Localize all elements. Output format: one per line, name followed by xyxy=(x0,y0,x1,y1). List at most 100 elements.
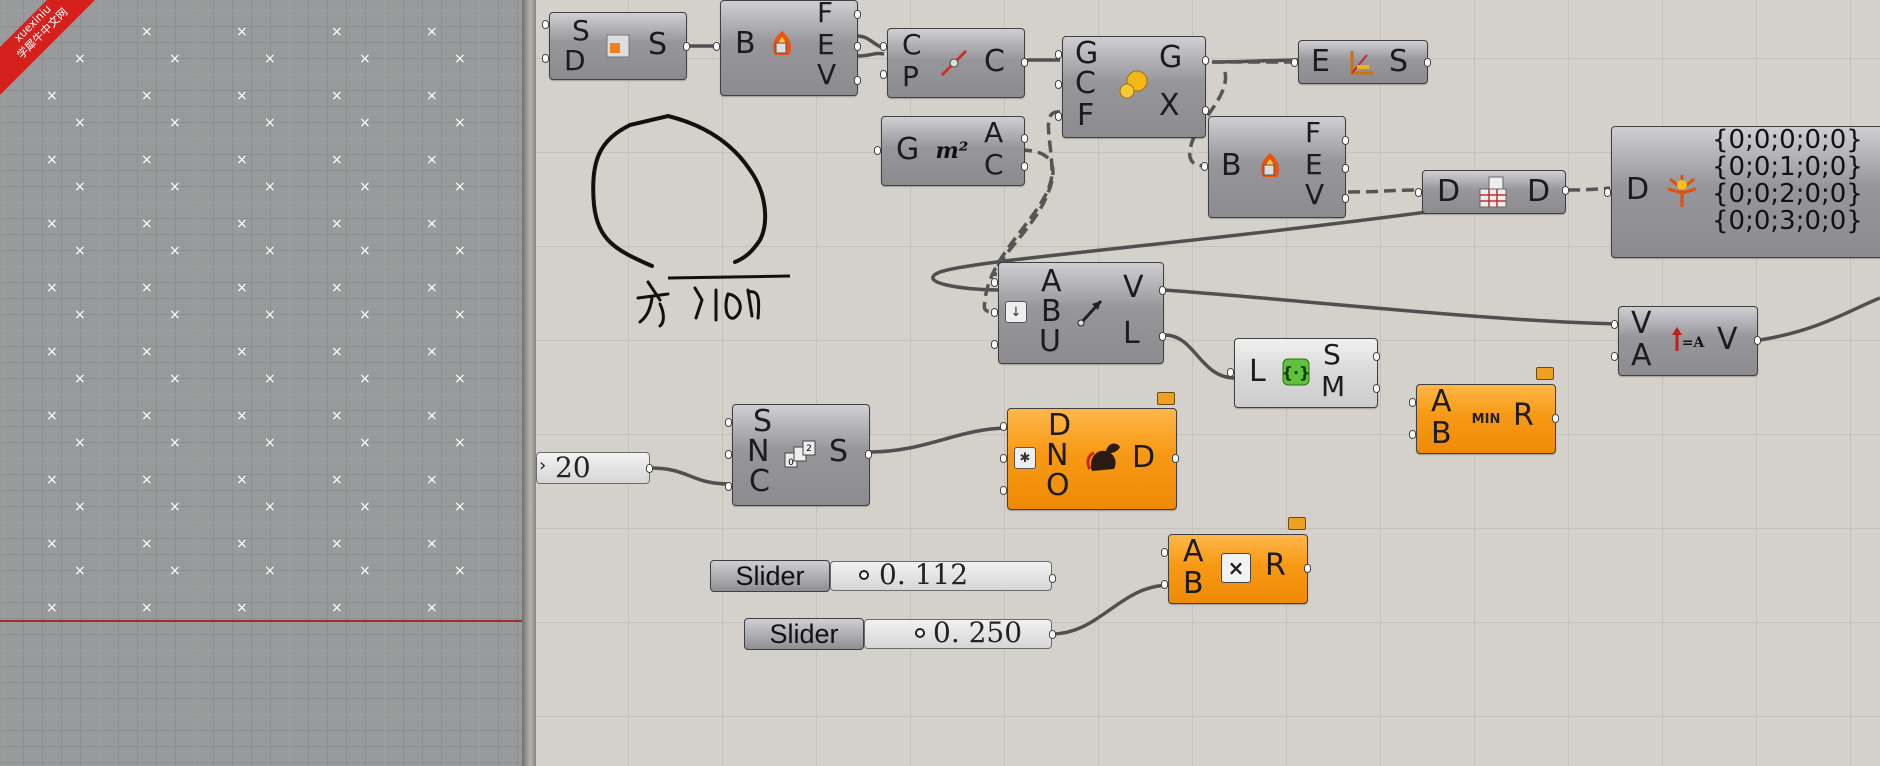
connection-port[interactable] xyxy=(1227,368,1234,377)
connection-port[interactable] xyxy=(1021,162,1028,171)
tree-path: {0;0;3;0;0} xyxy=(1712,206,1863,236)
slider-track[interactable]: 0. 112 xyxy=(830,561,1052,591)
input-d: D xyxy=(1437,174,1461,209)
connection-port[interactable] xyxy=(1304,564,1311,573)
connection-port[interactable] xyxy=(1611,320,1618,329)
connection-port[interactable] xyxy=(1342,194,1349,203)
connection-port[interactable] xyxy=(713,42,720,51)
connection-port[interactable] xyxy=(1055,50,1062,59)
connection-port[interactable] xyxy=(1202,106,1209,115)
input-p: P xyxy=(902,60,919,93)
connection-port[interactable] xyxy=(991,340,998,349)
connection-port[interactable] xyxy=(542,54,549,63)
input-d: D xyxy=(1048,408,1072,443)
input-b: B xyxy=(1221,148,1242,183)
connection-port[interactable] xyxy=(1000,422,1007,431)
output-x: X xyxy=(1159,88,1180,123)
dispatch-component[interactable]: D N O ✱ D xyxy=(1007,408,1177,510)
message-bubble-icon[interactable] xyxy=(1288,517,1306,530)
connection-port[interactable] xyxy=(1754,336,1761,345)
connection-port[interactable] xyxy=(725,418,732,427)
connection-port[interactable] xyxy=(880,70,887,79)
connection-port[interactable] xyxy=(1552,414,1559,423)
connection-port[interactable] xyxy=(1049,630,1056,639)
connection-port[interactable] xyxy=(1161,580,1168,589)
connection-port[interactable] xyxy=(1342,136,1349,145)
connection-port[interactable] xyxy=(1415,188,1422,197)
spheres-component[interactable]: G C F G X xyxy=(1062,36,1206,138)
surface-subdivide-component[interactable]: S D S xyxy=(549,12,687,80)
connection-port[interactable] xyxy=(865,450,872,459)
connection-port[interactable] xyxy=(1291,58,1298,67)
message-bubble-icon[interactable] xyxy=(1536,367,1554,380)
multiplication-component[interactable]: A B × R xyxy=(1168,534,1308,604)
connection-port[interactable] xyxy=(1373,384,1380,393)
connection-port[interactable] xyxy=(1342,164,1349,173)
connection-port[interactable] xyxy=(1201,162,1208,171)
connection-port[interactable] xyxy=(1000,454,1007,463)
slider-grip-icon[interactable] xyxy=(859,570,869,580)
input-b: B xyxy=(1183,566,1204,601)
output-f: F xyxy=(817,0,834,29)
connection-port[interactable] xyxy=(1000,486,1007,495)
connection-port[interactable] xyxy=(1202,56,1209,65)
flatten-flag-icon: ✱ xyxy=(1014,447,1036,469)
vector-two-point-component[interactable]: A B U ↓ V L xyxy=(998,262,1164,364)
brep-edges-component[interactable]: B F E V xyxy=(720,0,858,96)
connection-port[interactable] xyxy=(1159,332,1166,341)
output-l: L xyxy=(1123,316,1140,351)
connection-port[interactable] xyxy=(1409,430,1416,439)
connection-port[interactable] xyxy=(1055,112,1062,121)
connection-port[interactable] xyxy=(1172,454,1179,463)
divide-domain-component[interactable]: D D xyxy=(1422,170,1566,214)
param-viewer-component[interactable]: D {0;0;0;0;0} {0;0;1;0;0} {0;0;2;0;0} {0… xyxy=(1611,126,1880,258)
connection-port[interactable] xyxy=(874,146,881,155)
connection-port[interactable] xyxy=(991,308,998,317)
connection-port[interactable] xyxy=(1055,80,1062,89)
connection-port[interactable] xyxy=(1373,352,1380,361)
connection-port[interactable] xyxy=(1021,58,1028,67)
connection-port[interactable] xyxy=(854,42,861,51)
connection-port[interactable] xyxy=(854,10,861,19)
connection-port[interactable] xyxy=(1161,548,1168,557)
input-a: A xyxy=(1431,384,1452,419)
connection-port[interactable] xyxy=(1049,574,1056,583)
brep-edges-component-2[interactable]: B F E V xyxy=(1208,116,1346,218)
list-item-component[interactable]: L {·} S M xyxy=(1234,338,1378,408)
connection-port[interactable] xyxy=(880,42,887,51)
edge-surface-component[interactable]: E S xyxy=(1298,40,1428,84)
input-b: B xyxy=(1431,416,1452,451)
input-g: G xyxy=(896,132,920,167)
number-parameter[interactable]: › 20 xyxy=(536,452,650,484)
series-component[interactable]: S N C 02 S xyxy=(732,404,870,506)
input-n: N xyxy=(747,434,770,469)
connection-port[interactable] xyxy=(1159,286,1166,295)
connection-port[interactable] xyxy=(1611,352,1618,361)
number-arrow-icon: › xyxy=(539,455,547,476)
connection-port[interactable] xyxy=(542,20,549,29)
tree-path: {0;0;0;0;0} xyxy=(1712,125,1863,155)
number-slider[interactable]: Slider 0. 112 xyxy=(708,560,1054,594)
output-v: V xyxy=(1717,322,1738,357)
connection-port[interactable] xyxy=(683,42,690,51)
connection-port[interactable] xyxy=(991,278,998,287)
amplitude-component[interactable]: V A =A V xyxy=(1618,306,1758,376)
connection-port[interactable] xyxy=(646,464,653,473)
area-component[interactable]: G m² A C xyxy=(881,116,1025,186)
connection-port[interactable] xyxy=(725,482,732,491)
connection-port[interactable] xyxy=(1424,58,1431,67)
connection-port[interactable] xyxy=(1604,188,1611,197)
number-slider[interactable]: Slider 0. 250 xyxy=(742,618,1054,652)
slider-grip-icon[interactable] xyxy=(915,628,925,638)
list-item-icon: {·} xyxy=(1281,357,1311,387)
connection-port[interactable] xyxy=(1562,186,1569,195)
slider-track[interactable]: 0. 250 xyxy=(864,619,1052,649)
message-bubble-icon[interactable] xyxy=(1157,392,1175,405)
vector-two-point-icon xyxy=(1075,295,1107,329)
connection-port[interactable] xyxy=(1021,134,1028,143)
connection-port[interactable] xyxy=(725,450,732,459)
minimum-component[interactable]: A B MIN R xyxy=(1416,384,1556,454)
connection-port[interactable] xyxy=(854,76,861,85)
connection-port[interactable] xyxy=(1409,398,1416,407)
curve-closest-point-component[interactable]: C P C xyxy=(887,28,1025,98)
